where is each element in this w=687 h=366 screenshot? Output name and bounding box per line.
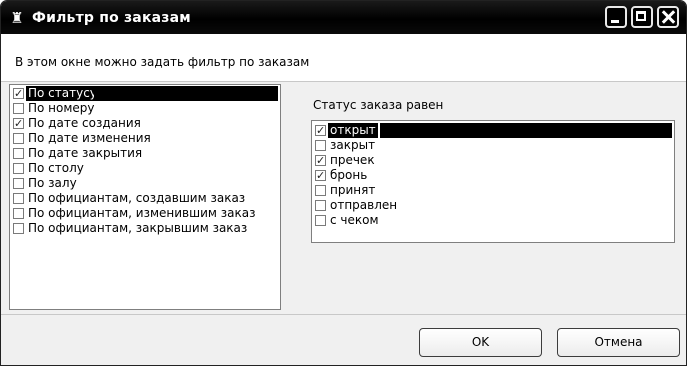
- filter-item[interactable]: По залу: [10, 176, 280, 191]
- checkbox[interactable]: ✓: [13, 88, 24, 99]
- filter-item[interactable]: ✓ По статусу: [10, 86, 280, 101]
- item-label: По официантам, закрывшим заказ: [28, 221, 248, 235]
- window-title: Фильтр по заказам: [32, 10, 191, 26]
- status-item[interactable]: закрыт: [312, 138, 674, 153]
- checkbox[interactable]: [315, 185, 326, 196]
- status-item[interactable]: ✓ открыт: [312, 123, 674, 138]
- item-label: открыт: [328, 123, 378, 138]
- checkbox[interactable]: ✓: [315, 125, 326, 136]
- filter-dialog: ♜ Фильтр по заказам В этом окне можно за…: [0, 0, 687, 366]
- divider: [1, 314, 686, 315]
- info-text: В этом окне можно задать фильтр по заказ…: [15, 55, 310, 69]
- maximize-button[interactable]: [631, 6, 653, 28]
- status-label: Статус заказа равен: [313, 98, 444, 112]
- item-label: По столу: [28, 161, 84, 175]
- checkbox[interactable]: [13, 163, 24, 174]
- filter-item[interactable]: По официантам, закрывшим заказ: [10, 221, 280, 236]
- filter-item[interactable]: По официантам, создавшим заказ: [10, 191, 280, 206]
- item-label: По номеру: [28, 101, 95, 115]
- checkbox[interactable]: [13, 103, 24, 114]
- status-item[interactable]: ✓ бронь: [312, 168, 674, 183]
- checkbox[interactable]: [13, 178, 24, 189]
- checkbox[interactable]: ✓: [13, 118, 24, 129]
- checkbox[interactable]: [315, 200, 326, 211]
- checkbox[interactable]: [13, 208, 24, 219]
- checkbox[interactable]: [13, 148, 24, 159]
- ok-button[interactable]: OK: [419, 328, 542, 357]
- filter-item[interactable]: По столу: [10, 161, 280, 176]
- checkbox[interactable]: [315, 215, 326, 226]
- person-icon: ♜: [10, 9, 24, 27]
- item-label: По дате создания: [28, 116, 141, 130]
- status-item[interactable]: отправлен: [312, 198, 674, 213]
- cancel-button[interactable]: Отмена: [557, 328, 680, 357]
- info-panel: В этом окне можно задать фильтр по заказ…: [1, 34, 686, 82]
- close-button[interactable]: [657, 6, 679, 28]
- item-label: По дате закрытия: [28, 146, 143, 160]
- filter-item[interactable]: По дате изменения: [10, 131, 280, 146]
- filter-item[interactable]: По дате закрытия: [10, 146, 280, 161]
- item-label: пречек: [330, 153, 375, 167]
- checkbox[interactable]: ✓: [315, 170, 326, 181]
- checkbox[interactable]: [13, 193, 24, 204]
- item-label: По статусу: [26, 86, 99, 101]
- checkbox[interactable]: [315, 140, 326, 151]
- title-bar[interactable]: ♜ Фильтр по заказам: [1, 1, 686, 34]
- status-item[interactable]: с чеком: [312, 213, 674, 228]
- item-label: отправлен: [330, 198, 398, 212]
- checkbox[interactable]: ✓: [315, 155, 326, 166]
- filter-item[interactable]: По официантам, изменившим заказ: [10, 206, 280, 221]
- status-item[interactable]: принят: [312, 183, 674, 198]
- minimize-button[interactable]: [605, 6, 627, 28]
- item-label: По залу: [28, 176, 77, 190]
- filter-item[interactable]: По номеру: [10, 101, 280, 116]
- item-label: бронь: [330, 168, 368, 182]
- item-label: принят: [330, 183, 376, 197]
- checkbox[interactable]: [13, 223, 24, 234]
- item-label: По официантам, изменившим заказ: [28, 206, 256, 220]
- checkbox[interactable]: [13, 133, 24, 144]
- status-list[interactable]: ✓ открыт закрыт ✓ пречек ✓ бронь принят отправле…: [311, 120, 675, 243]
- item-label: По дате изменения: [28, 131, 151, 145]
- item-label: с чеком: [330, 213, 379, 227]
- status-item[interactable]: ✓ пречек: [312, 153, 674, 168]
- filter-list[interactable]: ✓ По статусу По номеру ✓ По дате создания По …: [9, 84, 281, 310]
- item-label: закрыт: [330, 138, 376, 152]
- filter-item[interactable]: ✓ По дате создания: [10, 116, 280, 131]
- item-label: По официантам, создавшим заказ: [28, 191, 246, 205]
